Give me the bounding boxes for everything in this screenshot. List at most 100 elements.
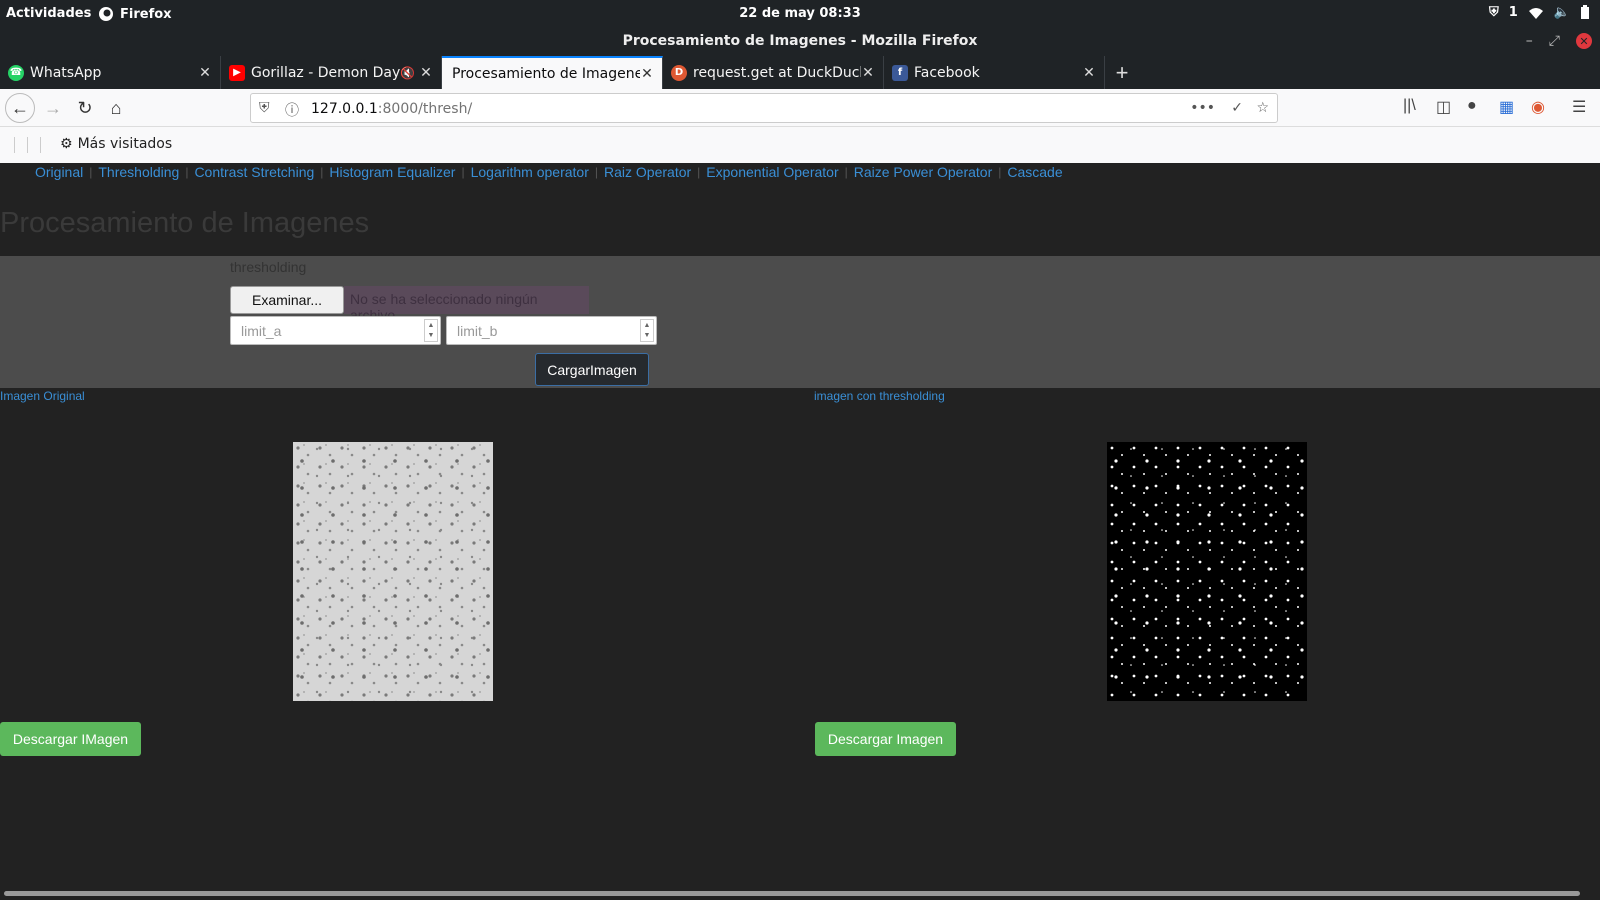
browse-file-button[interactable]: Examinar...	[230, 286, 344, 314]
close-tab-icon[interactable]: ✕	[419, 65, 433, 81]
upload-image-button[interactable]: CargarImagen	[535, 353, 649, 386]
nav-separator: |	[998, 165, 1002, 179]
reload-icon[interactable]: ↻	[70, 93, 100, 123]
horizontal-scrollbar[interactable]	[0, 888, 1600, 900]
download-original-button[interactable]: Descargar IMagen	[0, 722, 141, 756]
stepper-up-icon[interactable]: ▲	[428, 322, 435, 329]
page-content: Original | Thresholding | Contrast Stretch…	[0, 163, 1600, 888]
system-top-bar: Actividades Firefox 22 de may 08:33 ⛨ 1 …	[0, 0, 1600, 28]
whatsapp-icon: ☎	[8, 64, 24, 81]
gear-icon: ⚙	[60, 136, 73, 152]
home-icon[interactable]: ⌂	[101, 93, 131, 123]
original-image	[293, 442, 493, 701]
tab-label: request.get at DuckDuckGo	[693, 64, 861, 81]
tab-whatsapp[interactable]: ☎ WhatsApp ✕	[0, 56, 221, 89]
minimize-icon[interactable]: –	[1526, 33, 1533, 49]
most-visited-label: Más visitados	[77, 136, 173, 152]
youtube-icon: ▶	[229, 64, 245, 81]
file-status: No se ha seleccionado ningún archivo.	[344, 286, 589, 323]
upload-form: thresholding Examinar... No se ha selecc…	[0, 256, 1600, 388]
thresholded-image	[1107, 442, 1307, 701]
limit-b-stepper[interactable]: ▲ ▼	[640, 319, 654, 342]
volume-icon: 🔈	[1553, 5, 1570, 20]
bookmark-star-icon[interactable]: ☆	[1256, 100, 1269, 116]
stepper-down-icon[interactable]: ▼	[428, 332, 435, 339]
scrollbar-thumb[interactable]	[4, 891, 1580, 896]
close-tab-icon[interactable]: ✕	[861, 65, 875, 81]
window-controls: – ⤢ ✕	[1526, 33, 1592, 49]
stepper-down-icon[interactable]: ▼	[644, 332, 651, 339]
site-info-icon[interactable]: ⓘ	[285, 100, 299, 120]
bookmark-separator	[27, 137, 28, 153]
sidebar-icon[interactable]: ◫	[1436, 97, 1451, 117]
close-tab-icon[interactable]: ✕	[198, 65, 212, 81]
forward-icon[interactable]: →	[38, 93, 68, 123]
duckduckgo-extension-icon[interactable]: ◉	[1531, 97, 1545, 117]
nav-separator: |	[320, 165, 324, 179]
close-tab-icon[interactable]: ✕	[1082, 65, 1096, 81]
nav-link-thresholding[interactable]: Thresholding	[98, 164, 179, 180]
close-window-icon[interactable]: ✕	[1576, 33, 1592, 49]
nav-link-cascade[interactable]: Cascade	[1007, 164, 1062, 180]
url-host: 127.0.0.1	[311, 101, 378, 117]
nav-link-raize-power[interactable]: Raize Power Operator	[854, 164, 993, 180]
limit-a-input[interactable]: limit_a ▲ ▼	[230, 316, 441, 345]
bookmarks-toolbar: ⚙ Más visitados	[0, 127, 1600, 163]
processed-image-title: imagen con thresholding	[814, 389, 945, 403]
tab-label: WhatsApp	[30, 64, 102, 81]
bookmark-separator	[14, 137, 15, 153]
battery-icon	[1581, 5, 1589, 19]
hamburger-menu-icon[interactable]: ☰	[1572, 97, 1586, 117]
page-actions-icon[interactable]: •••	[1190, 100, 1215, 116]
tracking-protection-icon[interactable]: ⛨	[259, 100, 270, 116]
new-tab-icon[interactable]: +	[1105, 56, 1139, 89]
window-title: Procesamiento de Imagenes - Mozilla Fire…	[622, 33, 978, 49]
clock[interactable]: 22 de may 08:33	[0, 6, 1600, 21]
nav-link-contrast-stretching[interactable]: Contrast Stretching	[194, 164, 314, 180]
limit-a-placeholder: limit_a	[241, 323, 282, 339]
nav-separator: |	[89, 165, 93, 179]
maximize-icon[interactable]: ⤢	[1549, 33, 1560, 49]
url-bar[interactable]: ⛨ ⓘ 127.0.0.1:8000/thresh/ ••• ✓ ☆	[250, 93, 1278, 123]
nav-link-exponential[interactable]: Exponential Operator	[706, 164, 838, 180]
window-titlebar: Procesamiento de Imagenes - Mozilla Fire…	[0, 28, 1600, 56]
translate-icon[interactable]: ▦	[1499, 97, 1514, 117]
bookmark-separator	[40, 137, 41, 153]
nav-separator: |	[844, 165, 848, 179]
url-path: :8000/thresh/	[377, 101, 473, 117]
page-title: Procesamiento de Imagenes	[0, 207, 370, 239]
notification-count: 1	[1508, 5, 1518, 20]
duckduckgo-icon: D	[671, 64, 687, 81]
tab-gorillaz[interactable]: ▶ Gorillaz - Demon Days 🔇 ✕	[221, 56, 442, 89]
nav-link-histogram-equalizer[interactable]: Histogram Equalizer	[329, 164, 455, 180]
library-icon[interactable]: ||\	[1403, 97, 1416, 115]
nav-separator: |	[594, 165, 599, 179]
close-tab-icon[interactable]: ✕	[640, 66, 654, 82]
system-tray[interactable]: ⛨ 1 🔈	[1489, 5, 1590, 20]
nav-link-logarithm[interactable]: Logarithm operator	[471, 164, 589, 180]
download-processed-button[interactable]: Descargar Imagen	[815, 722, 956, 756]
navigation-toolbar: ← → ↻ ⌂ ⛨ ⓘ 127.0.0.1:8000/thresh/ ••• ✓…	[0, 89, 1600, 127]
tab-strip: ☎ WhatsApp ✕ ▶ Gorillaz - Demon Days 🔇 ✕…	[0, 56, 1600, 89]
wifi-icon	[1528, 7, 1543, 19]
tab-duckduckgo[interactable]: D request.get at DuckDuckGo ✕	[663, 56, 884, 89]
url-text[interactable]: 127.0.0.1:8000/thresh/	[311, 101, 472, 117]
limit-b-input[interactable]: limit_b ▲ ▼	[446, 316, 657, 345]
form-label: thresholding	[230, 259, 307, 275]
tab-label: Procesamiento de Imagenes	[452, 65, 640, 82]
mute-icon[interactable]: 🔇	[400, 66, 415, 80]
limit-a-stepper[interactable]: ▲ ▼	[424, 319, 438, 342]
facebook-icon: f	[892, 64, 908, 81]
tab-facebook[interactable]: f Facebook ✕	[884, 56, 1105, 89]
nav-link-raiz[interactable]: Raiz Operator	[604, 164, 691, 180]
most-visited-bookmark[interactable]: ⚙ Más visitados	[60, 136, 172, 152]
pocket-icon[interactable]: ✓	[1231, 100, 1243, 116]
nav-link-original[interactable]: Original	[35, 164, 83, 180]
stepper-up-icon[interactable]: ▲	[644, 322, 651, 329]
tab-procesamiento[interactable]: Procesamiento de Imagenes ✕	[442, 56, 663, 89]
tab-label: Gorillaz - Demon Days	[251, 64, 401, 81]
back-icon[interactable]: ←	[5, 93, 35, 123]
shield-icon: ⛨	[1489, 5, 1499, 20]
account-icon[interactable]: ●	[1467, 97, 1477, 115]
operator-nav: Original | Thresholding | Contrast Stretch…	[35, 164, 1063, 180]
